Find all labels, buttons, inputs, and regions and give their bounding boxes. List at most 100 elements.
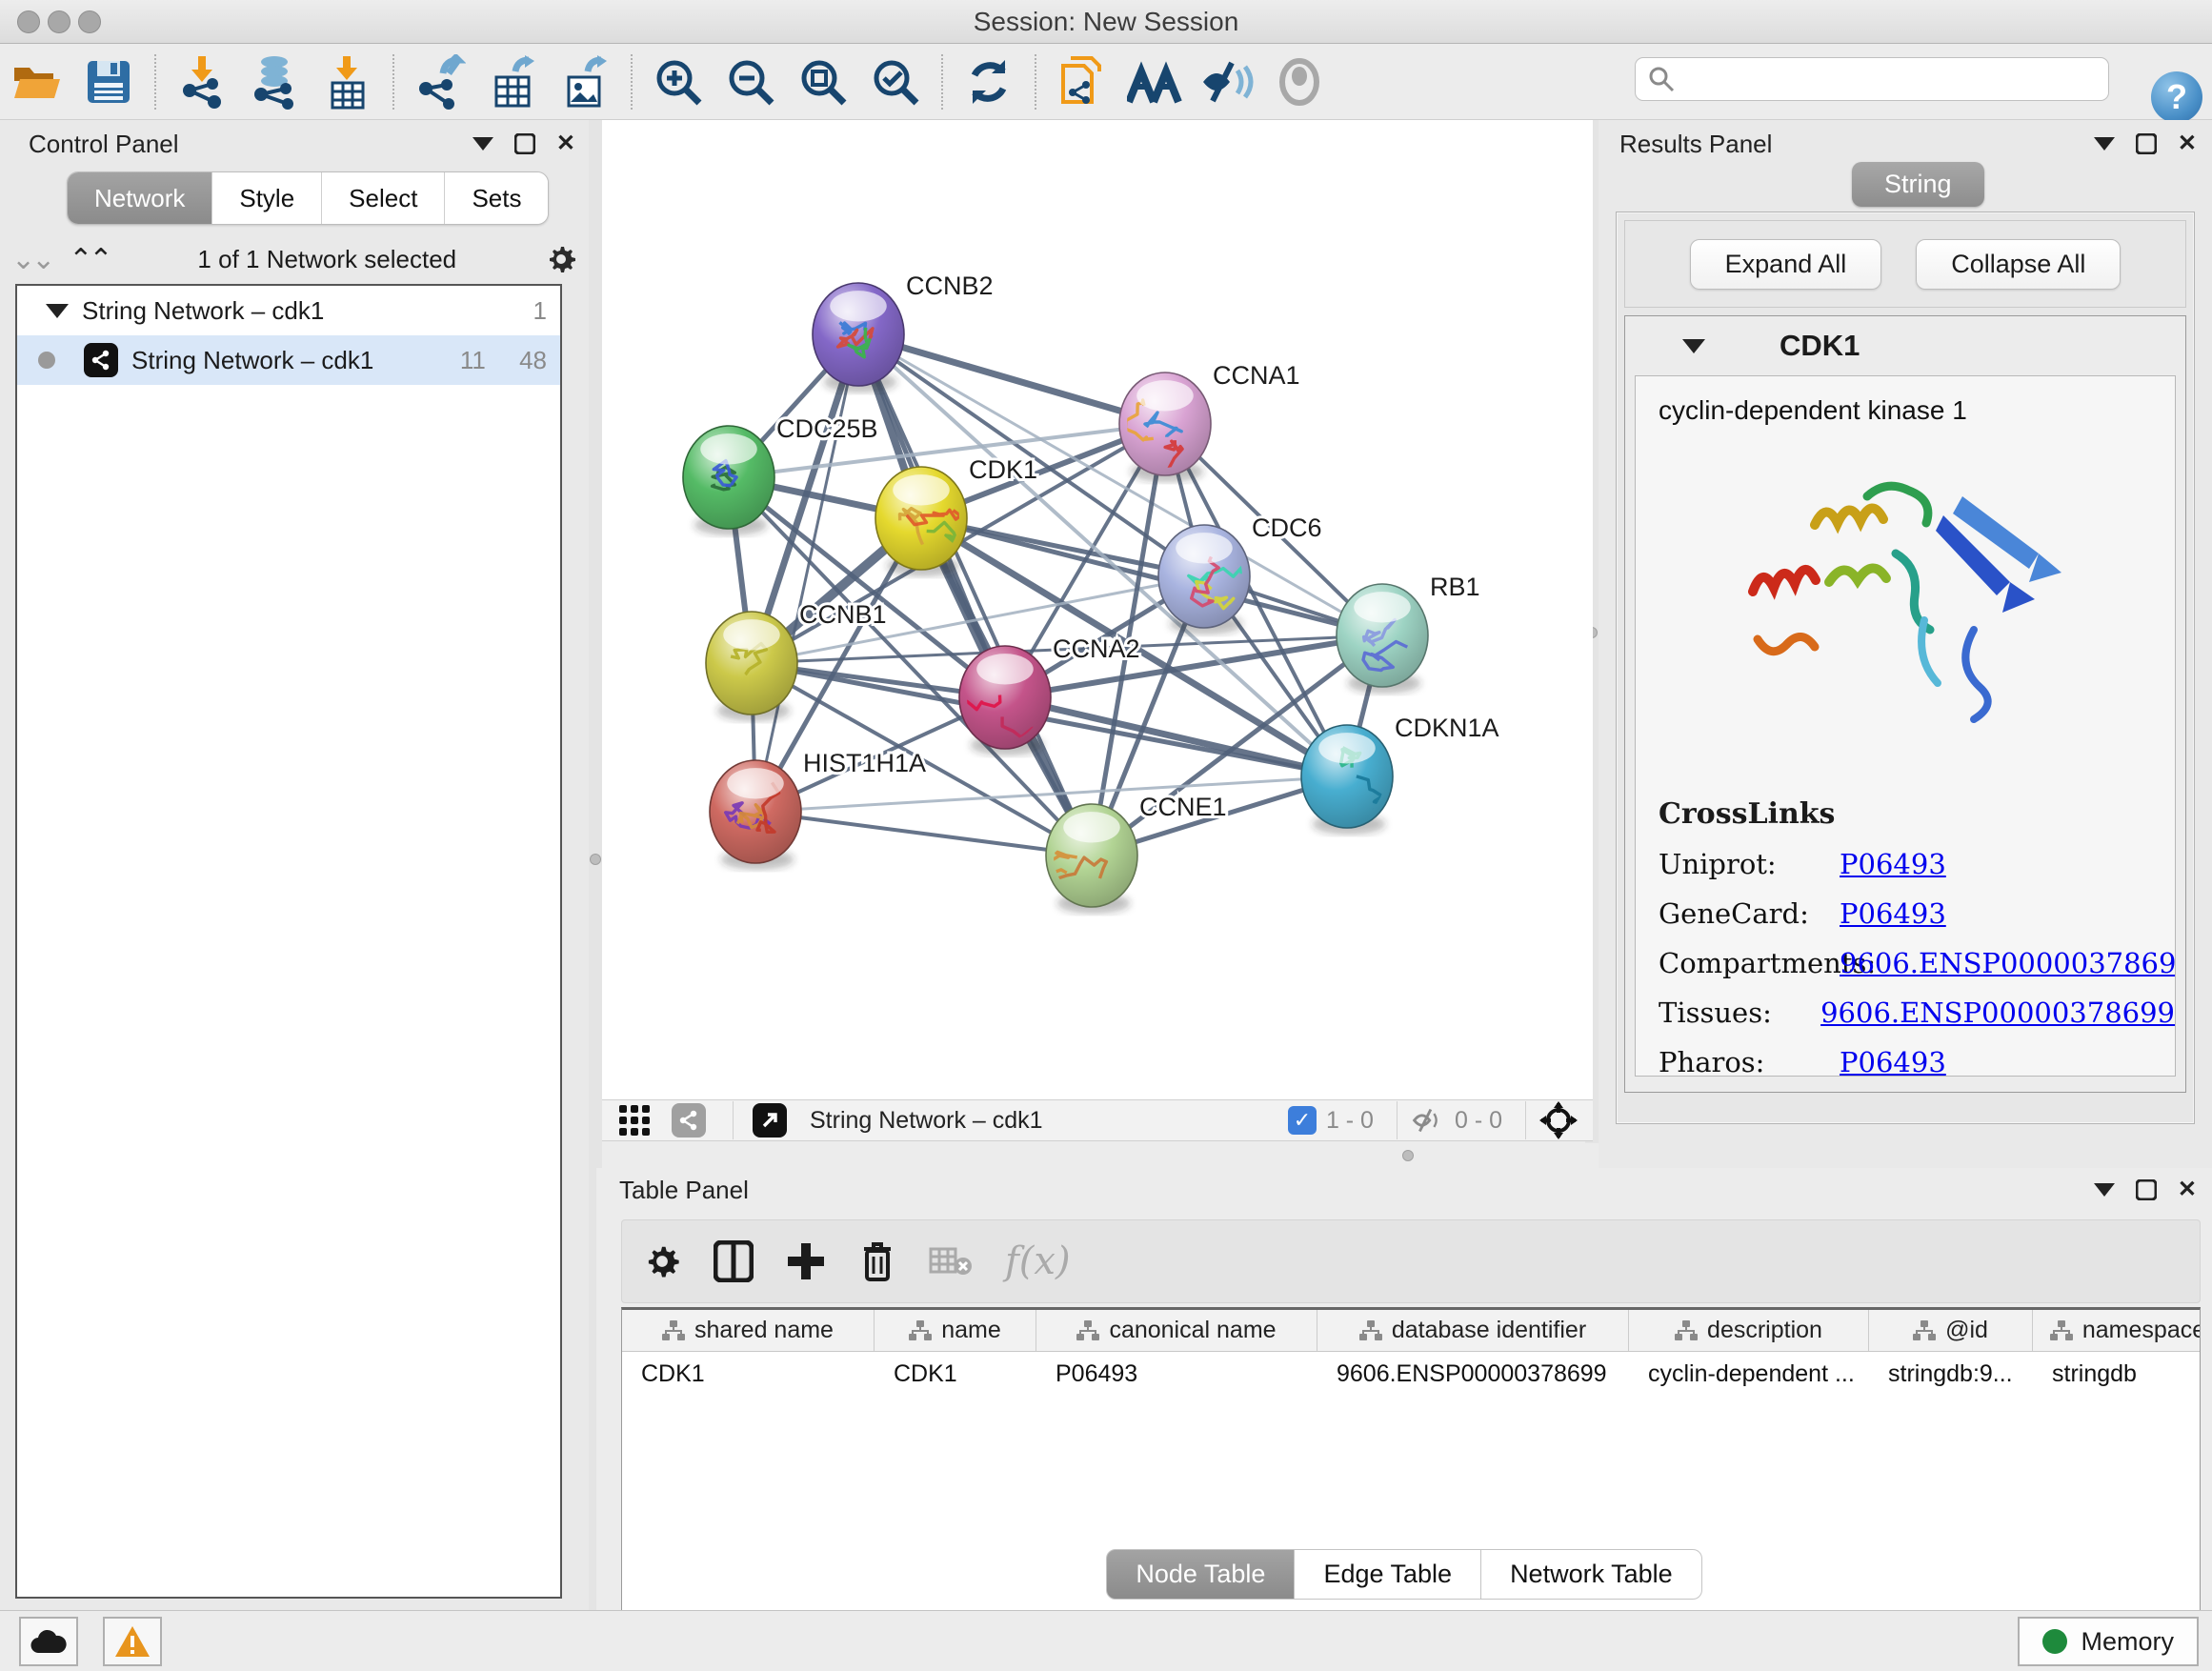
duplicate-network-icon[interactable] — [1055, 54, 1110, 110]
tab-sets[interactable]: Sets — [444, 172, 548, 224]
network-node-CDK1[interactable]: CDK1 — [875, 455, 1037, 576]
float-panel-icon[interactable] — [2136, 133, 2157, 154]
save-session-icon[interactable] — [81, 54, 136, 110]
zoom-selected-icon[interactable] — [868, 54, 923, 110]
horizontal-splitter-handle[interactable] — [1402, 1150, 1414, 1161]
export-network-icon[interactable] — [412, 54, 468, 110]
close-panel-icon[interactable]: ✕ — [2178, 1178, 2197, 1201]
tab-select[interactable]: Select — [321, 172, 444, 224]
memory-button[interactable]: Memory — [2018, 1617, 2199, 1666]
collapse-all-button[interactable]: Collapse All — [1916, 239, 2121, 290]
column-header-canonical-name[interactable]: canonical name — [1036, 1310, 1317, 1351]
export-table-icon[interactable] — [485, 54, 540, 110]
tab-node-table[interactable]: Node Table — [1106, 1549, 1295, 1600]
table-cell[interactable]: stringdb — [2033, 1352, 2201, 1396]
results-tab-string[interactable]: String — [1852, 162, 1984, 207]
import-network-database-icon[interactable] — [247, 54, 302, 110]
network-options-gear-icon[interactable] — [545, 243, 577, 275]
network-node-CCNE1[interactable]: CCNE1 — [1040, 793, 1227, 914]
crosslink-value-link[interactable]: 9606.ENSP00000378699 — [1820, 997, 2175, 1029]
network-canvas[interactable]: CCNB2CCNA1CDC25BCDK1CDC6RB1CCNB1CCNA2CDK… — [602, 120, 1593, 1099]
warnings-button[interactable] — [103, 1617, 162, 1666]
search-icon — [1647, 65, 1676, 93]
memory-label: Memory — [2081, 1627, 2174, 1657]
left-splitter-handle[interactable] — [590, 854, 601, 865]
float-panel-icon[interactable] — [2136, 1179, 2157, 1200]
collection-expand-icon[interactable] — [46, 304, 69, 318]
search-input[interactable] — [1676, 66, 2108, 92]
column-header--id[interactable]: @id — [1869, 1310, 2033, 1351]
zoom-out-icon[interactable] — [723, 54, 778, 110]
crosslink-value-link[interactable]: P06493 — [1840, 1046, 1946, 1077]
hide-selected-icon[interactable] — [1199, 54, 1255, 110]
float-panel-icon[interactable] — [514, 133, 535, 154]
network-node-RB1[interactable]: RB1 — [1337, 573, 1480, 694]
grid-view-icon[interactable] — [615, 1101, 654, 1139]
table-cell[interactable]: CDK1 — [622, 1352, 875, 1396]
column-header-description[interactable]: description — [1629, 1310, 1869, 1351]
network-edge[interactable] — [755, 812, 1092, 856]
column-header-database-identifier[interactable]: database identifier — [1317, 1310, 1629, 1351]
table-cell[interactable]: CDK1 — [875, 1352, 1036, 1396]
collapse-all-networks-icon[interactable]: ⌄⌄ — [11, 243, 51, 276]
table-cell[interactable]: cyclin-dependent ... — [1629, 1352, 1869, 1396]
panel-menu-icon[interactable] — [473, 137, 493, 151]
network-node-CCNA1[interactable]: CCNA1 — [1119, 361, 1300, 482]
close-panel-icon[interactable]: ✕ — [556, 132, 575, 155]
close-panel-icon[interactable]: ✕ — [2178, 132, 2197, 155]
column-header-namespace[interactable]: namespace — [2033, 1310, 2201, 1351]
node-label-RB1: RB1 — [1430, 573, 1480, 601]
network-edge[interactable] — [858, 334, 1165, 424]
title-bar: Session: New Session — [0, 0, 2212, 44]
crosslink-value-link[interactable]: P06493 — [1840, 897, 1946, 930]
network-edge-count: 48 — [519, 346, 547, 374]
panel-menu-icon[interactable] — [2094, 1183, 2115, 1197]
crosslink-value-link[interactable]: P06493 — [1840, 848, 1946, 880]
export-image-icon[interactable] — [557, 54, 613, 110]
gene-collapse-icon[interactable] — [1682, 339, 1705, 353]
network-row[interactable]: String Network – cdk1 11 48 — [17, 335, 560, 385]
detach-view-icon[interactable] — [753, 1103, 787, 1137]
network-node-CDKN1A[interactable]: CDKN1A — [1301, 714, 1499, 835]
open-session-icon[interactable] — [9, 54, 64, 110]
tab-style[interactable]: Style — [211, 172, 321, 224]
crosslink-value-link[interactable]: 9606.ENSP00000378699 — [1840, 947, 2176, 979]
network-type-icon[interactable] — [672, 1103, 706, 1137]
tab-network[interactable]: Network — [68, 172, 211, 224]
delete-column-icon[interactable] — [858, 1239, 896, 1283]
zoom-in-icon[interactable] — [651, 54, 706, 110]
column-header-name[interactable]: name — [875, 1310, 1036, 1351]
table-cell[interactable]: 9606.ENSP00000378699 — [1317, 1352, 1629, 1396]
tab-edge-table[interactable]: Edge Table — [1295, 1549, 1481, 1600]
zoom-fit-icon[interactable] — [795, 54, 851, 110]
toolbar-separator — [941, 54, 943, 110]
toolbar-search — [1635, 57, 2109, 101]
birdseye-navigator-icon[interactable] — [1539, 1101, 1578, 1139]
network-status-dot — [38, 352, 55, 369]
table-options-gear-icon[interactable] — [643, 1242, 681, 1280]
show-all-icon[interactable] — [1272, 54, 1327, 110]
table-cell[interactable]: P06493 — [1036, 1352, 1317, 1396]
table-cell[interactable]: stringdb:9... — [1869, 1352, 2033, 1396]
node-label-CCNB2: CCNB2 — [906, 272, 994, 300]
first-neighbors-icon[interactable] — [1127, 54, 1182, 110]
crosslinks-section: CrossLinks Uniprot:P06493GeneCard:P06493… — [1636, 773, 2175, 1077]
column-header-shared-name[interactable]: shared name — [622, 1310, 875, 1351]
help-button[interactable]: ? — [2151, 71, 2202, 123]
network-node-CDC6[interactable]: CDC6 — [1158, 513, 1322, 634]
table-toolbar: f(x) — [621, 1219, 2201, 1303]
cloud-status-button[interactable] — [19, 1617, 78, 1666]
import-table-icon[interactable] — [319, 54, 374, 110]
network-collection-row[interactable]: String Network – cdk1 1 — [17, 286, 560, 335]
add-column-icon[interactable] — [786, 1241, 826, 1281]
network-edge[interactable] — [755, 334, 858, 812]
tab-network-table[interactable]: Network Table — [1481, 1549, 1702, 1600]
expand-all-button[interactable]: Expand All — [1690, 239, 1882, 290]
refresh-layout-icon[interactable] — [961, 54, 1016, 110]
show-columns-icon[interactable] — [714, 1240, 754, 1282]
expand-all-networks-icon[interactable]: ⌃⌃ — [69, 243, 109, 276]
import-network-file-icon[interactable] — [174, 54, 230, 110]
panel-menu-icon[interactable] — [2094, 137, 2115, 151]
table-row[interactable]: CDK1CDK1P064939606.ENSP00000378699cyclin… — [622, 1352, 2200, 1396]
selected-nodes-checkbox[interactable]: ✓ — [1288, 1106, 1317, 1135]
